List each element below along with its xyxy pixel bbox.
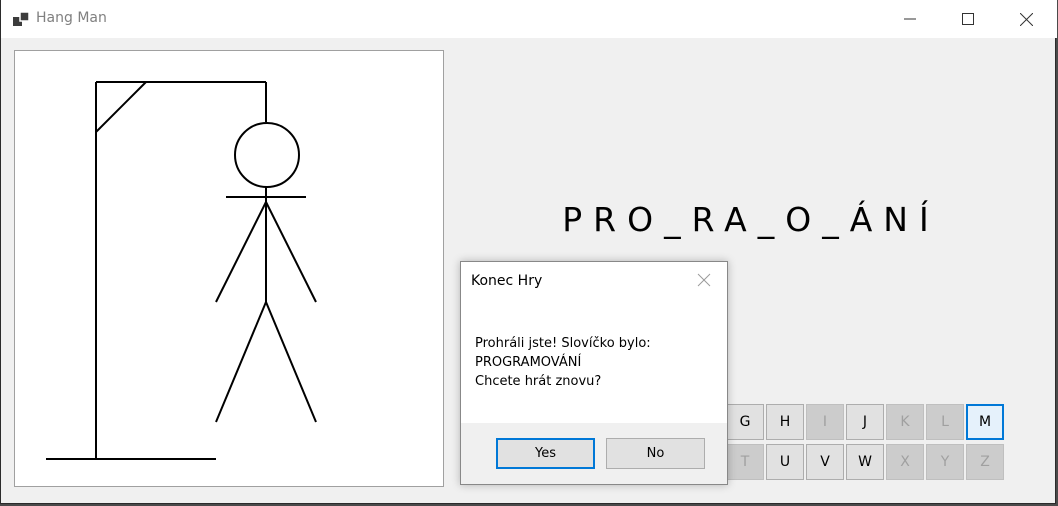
letter-button-t: T	[726, 444, 764, 480]
hangman-canvas	[14, 50, 444, 487]
no-button[interactable]: No	[606, 438, 705, 469]
letter-button-z: Z	[966, 444, 1004, 480]
main-window: Hang Man PRO_RA_O_ÁNÍ G H I J K L M T U …	[0, 0, 1057, 504]
minimize-icon	[904, 18, 916, 20]
app-icon	[13, 12, 29, 26]
hangman-right-leg	[265, 301, 317, 423]
gallows-brace	[95, 81, 147, 133]
letter-button-x: X	[886, 444, 924, 480]
yes-button[interactable]: Yes	[496, 438, 595, 469]
minimize-button[interactable]	[887, 0, 933, 38]
dialog-message: Prohráli jste! Slovíčko bylo: PROGRAMOVÁ…	[475, 334, 651, 391]
letter-button-i: I	[806, 404, 844, 440]
letter-button-v[interactable]: V	[806, 444, 844, 480]
hangman-right-arm	[265, 201, 317, 303]
letter-button-k: K	[886, 404, 924, 440]
dialog-title: Konec Hry	[471, 273, 543, 289]
hangman-left-leg	[215, 301, 267, 423]
game-over-dialog: Konec Hry Prohráli jste! Slovíčko bylo: …	[460, 261, 728, 485]
dialog-message-word: PROGRAMOVÁNÍ	[475, 355, 582, 370]
dialog-message-question: Chcete hrát znovu?	[475, 374, 602, 389]
dialog-button-bar: Yes No	[461, 423, 727, 484]
maximize-icon	[962, 13, 974, 25]
maximize-button[interactable]	[945, 0, 991, 38]
title-bar[interactable]: Hang Man	[1, 0, 1057, 38]
letter-button-h[interactable]: H	[766, 404, 804, 440]
hangman-drawing	[46, 81, 317, 460]
dialog-close-button[interactable]	[697, 272, 713, 288]
close-button[interactable]	[1003, 0, 1049, 38]
letter-button-l: L	[926, 404, 964, 440]
letter-button-j[interactable]: J	[846, 404, 884, 440]
window-title: Hang Man	[36, 10, 107, 26]
letter-button-g[interactable]: G	[726, 404, 764, 440]
letter-button-y: Y	[926, 444, 964, 480]
letter-button-m[interactable]: M	[966, 404, 1004, 440]
masked-word: PRO_RA_O_ÁNÍ	[562, 200, 940, 239]
dialog-message-line: Prohráli jste! Slovíčko bylo:	[475, 336, 651, 351]
letter-button-u[interactable]: U	[766, 444, 804, 480]
hangman-left-arm	[215, 201, 267, 303]
close-icon	[697, 273, 711, 287]
hangman-head	[234, 122, 300, 188]
close-icon	[1019, 12, 1033, 26]
letter-button-w[interactable]: W	[846, 444, 884, 480]
